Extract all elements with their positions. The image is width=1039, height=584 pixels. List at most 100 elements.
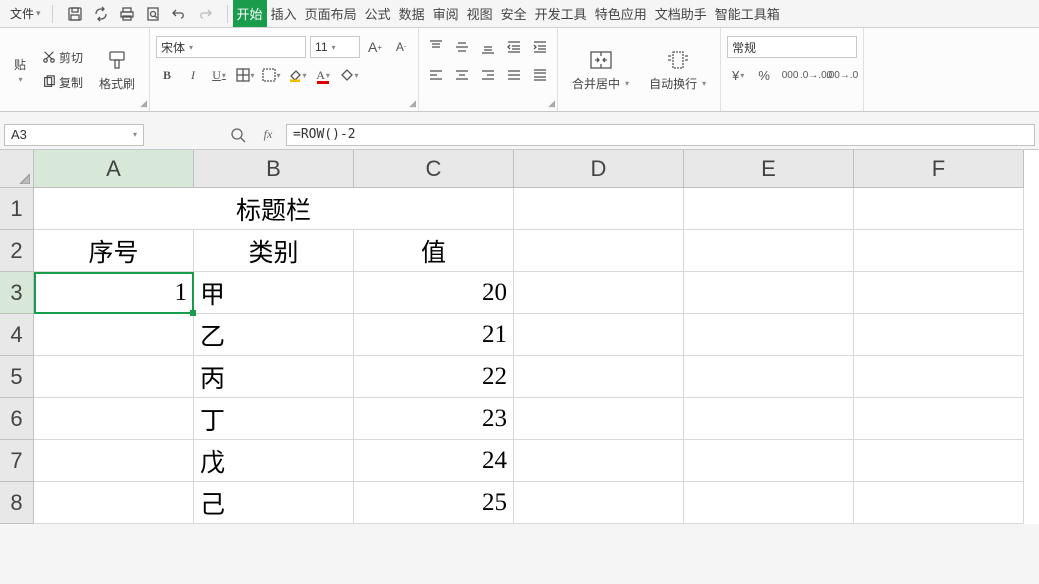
font-name-dropdown[interactable]: 宋体▾	[156, 36, 306, 58]
cell-a4[interactable]	[34, 314, 194, 356]
currency-button[interactable]: ¥▾	[727, 64, 749, 86]
zoom-fx-icon[interactable]	[226, 124, 250, 146]
cell-c7[interactable]: 24	[354, 440, 514, 482]
fill-color-button[interactable]: ▾	[286, 64, 308, 86]
cell[interactable]	[854, 440, 1024, 482]
cell[interactable]	[684, 314, 854, 356]
decrease-font-icon[interactable]: A-	[390, 36, 412, 58]
bold-button[interactable]: B	[156, 64, 178, 86]
cell[interactable]	[514, 272, 684, 314]
copy-button[interactable]: 复制	[38, 72, 87, 93]
share-icon[interactable]	[90, 3, 112, 25]
cell-b7[interactable]: 戊	[194, 440, 354, 482]
borders-button[interactable]: ▾	[234, 64, 256, 86]
row-header-8[interactable]: 8	[0, 482, 34, 524]
increase-decimal-button[interactable]: .0→.00	[805, 64, 827, 86]
col-header-c[interactable]: C	[354, 150, 514, 188]
tab-start[interactable]: 开始	[233, 0, 267, 27]
cell[interactable]	[854, 356, 1024, 398]
col-header-b[interactable]: B	[194, 150, 354, 188]
col-header-d[interactable]: D	[514, 150, 684, 188]
tab-security[interactable]: 安全	[497, 0, 531, 27]
cell[interactable]	[854, 314, 1024, 356]
cell[interactable]	[514, 356, 684, 398]
cell-a2[interactable]: 序号	[34, 230, 194, 272]
format-painter-button[interactable]: 格式刷	[91, 43, 143, 96]
tab-developer[interactable]: 开发工具	[531, 0, 591, 27]
percent-button[interactable]: %	[753, 64, 775, 86]
cell-c5[interactable]: 22	[354, 356, 514, 398]
align-left-icon[interactable]	[425, 64, 447, 86]
row-header-6[interactable]: 6	[0, 398, 34, 440]
cell-a5[interactable]	[34, 356, 194, 398]
name-box[interactable]: A3 ▾	[4, 124, 144, 146]
print-icon[interactable]	[116, 3, 138, 25]
decrease-decimal-button[interactable]: .00→.0	[831, 64, 853, 86]
increase-font-icon[interactable]: A+	[364, 36, 386, 58]
col-header-f[interactable]: F	[854, 150, 1024, 188]
cell-a7[interactable]	[34, 440, 194, 482]
cell[interactable]	[684, 440, 854, 482]
cell-b6[interactable]: 丁	[194, 398, 354, 440]
underline-button[interactable]: U▾	[208, 64, 230, 86]
col-header-a[interactable]: A	[34, 150, 194, 188]
cell[interactable]	[684, 272, 854, 314]
cell[interactable]	[514, 482, 684, 524]
cell-b8[interactable]: 己	[194, 482, 354, 524]
align-center-icon[interactable]	[451, 64, 473, 86]
cell-fill-button[interactable]: ▾	[260, 64, 282, 86]
tab-formulas[interactable]: 公式	[361, 0, 395, 27]
increase-indent-icon[interactable]	[529, 36, 551, 58]
select-all-corner[interactable]	[0, 150, 34, 188]
comma-button[interactable]: 000	[779, 64, 801, 86]
fx-button[interactable]: fx	[256, 124, 280, 146]
cell[interactable]	[854, 398, 1024, 440]
cell[interactable]	[684, 230, 854, 272]
justify-icon[interactable]	[503, 64, 525, 86]
tab-view[interactable]: 视图	[463, 0, 497, 27]
distribute-icon[interactable]	[529, 64, 551, 86]
tab-page-layout[interactable]: 页面布局	[301, 0, 361, 27]
cell-a8[interactable]	[34, 482, 194, 524]
cut-button[interactable]: 剪切	[38, 47, 87, 68]
col-header-e[interactable]: E	[684, 150, 854, 188]
merge-center-button[interactable]: 合并居中▾	[564, 43, 637, 96]
font-color-button[interactable]: A▾	[312, 64, 334, 86]
cell-a6[interactable]	[34, 398, 194, 440]
tab-smart-toolbox[interactable]: 智能工具箱	[711, 0, 784, 27]
cell-b3[interactable]: 甲	[194, 272, 354, 314]
formula-input[interactable]: =ROW()-2	[286, 124, 1035, 146]
tab-doc-helper[interactable]: 文档助手	[651, 0, 711, 27]
cell-a1-merged[interactable]: 标题栏	[34, 188, 514, 230]
undo-icon[interactable]	[168, 3, 190, 25]
cell[interactable]	[854, 230, 1024, 272]
group-expand-icon[interactable]: ◢	[548, 98, 555, 109]
cell[interactable]	[854, 272, 1024, 314]
tab-data[interactable]: 数据	[395, 0, 429, 27]
tab-special[interactable]: 特色应用	[591, 0, 651, 27]
align-top-icon[interactable]	[425, 36, 447, 58]
cell[interactable]	[514, 440, 684, 482]
file-menu[interactable]: 文件 ▾	[4, 3, 47, 24]
row-header-3[interactable]: 3	[0, 272, 34, 314]
cell-c3[interactable]: 20	[354, 272, 514, 314]
redo-icon[interactable]	[194, 3, 216, 25]
cell[interactable]	[514, 398, 684, 440]
cell[interactable]	[854, 188, 1024, 230]
cell-b2[interactable]: 类别	[194, 230, 354, 272]
cell-c8[interactable]: 25	[354, 482, 514, 524]
print-preview-icon[interactable]	[142, 3, 164, 25]
group-expand-icon[interactable]: ◢	[409, 98, 416, 109]
clear-format-button[interactable]: ▾	[338, 64, 360, 86]
cell[interactable]	[854, 482, 1024, 524]
number-format-dropdown[interactable]: 常规	[727, 36, 857, 58]
cell-a3[interactable]: 1	[34, 272, 194, 314]
row-header-4[interactable]: 4	[0, 314, 34, 356]
italic-button[interactable]: I	[182, 64, 204, 86]
cell[interactable]	[514, 188, 684, 230]
cell-b5[interactable]: 丙	[194, 356, 354, 398]
group-expand-icon[interactable]: ◢	[140, 98, 147, 109]
tab-review[interactable]: 审阅	[429, 0, 463, 27]
cell[interactable]	[514, 230, 684, 272]
cell-c6[interactable]: 23	[354, 398, 514, 440]
